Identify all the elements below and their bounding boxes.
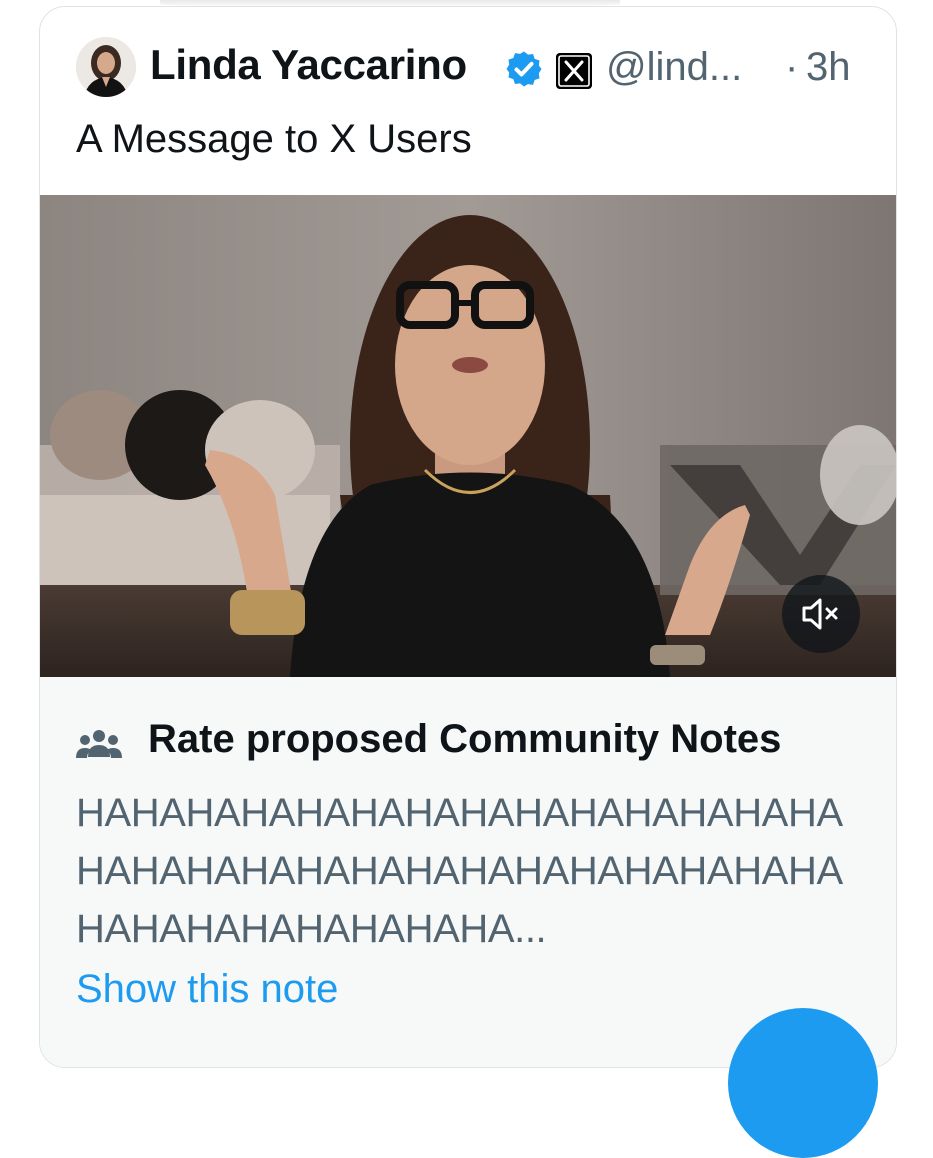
note-text-line: HAHAHAHAHAHAHAHA... (76, 907, 547, 951)
author-handle[interactable]: @lind... (606, 45, 742, 90)
author-name[interactable]: Linda Yaccarino (150, 41, 467, 89)
video-frame (40, 195, 896, 677)
mute-button[interactable] (782, 575, 860, 653)
tweet-text: A Message to X Users (76, 117, 472, 161)
verified-check-icon (506, 51, 542, 87)
people-icon (76, 730, 122, 758)
timestamp[interactable]: 3h (806, 45, 851, 90)
note-title: Rate proposed Community Notes (148, 717, 782, 761)
community-note-panel[interactable]: Rate proposed Community Notes HAHAHAHAHA… (40, 677, 896, 1067)
show-note-link[interactable]: Show this note (76, 967, 338, 1012)
muted-speaker-icon (802, 598, 838, 630)
note-text-line: HAHAHAHAHAHAHAHAHAHAHAHAHAHA (76, 849, 843, 893)
note-text-line: HAHAHAHAHAHAHAHAHAHAHAHAHAHA (76, 791, 843, 835)
x-logo-icon (556, 53, 592, 89)
compose-button[interactable] (728, 1008, 878, 1158)
avatar-image (76, 37, 136, 97)
separator-dot: · (785, 45, 799, 89)
tweet-header: Linda Yaccarino @lind... · 3h (40, 7, 896, 127)
tweet-card[interactable]: Linda Yaccarino @lind... · 3h A Message … (39, 6, 897, 1068)
video-player[interactable] (40, 195, 896, 677)
avatar[interactable] (76, 37, 136, 97)
